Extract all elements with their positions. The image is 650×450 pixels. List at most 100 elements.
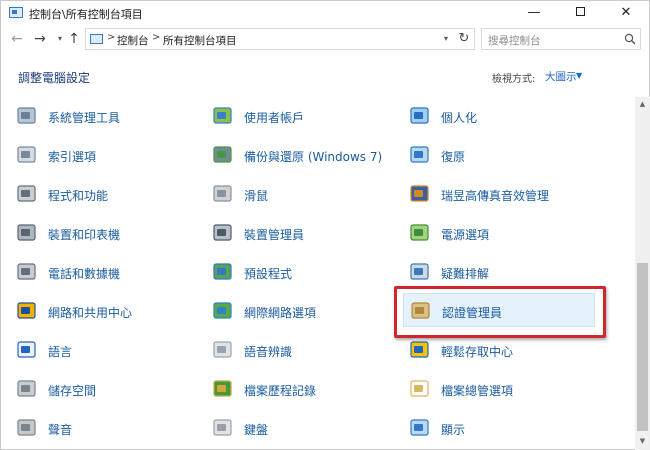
control-panel-item[interactable]: 備份與還原 (Windows 7) — [212, 138, 402, 172]
control-panel-item[interactable]: 鍵盤 — [212, 411, 402, 445]
close-button[interactable]: ✕ — [603, 1, 649, 25]
search-box[interactable]: 搜尋控制台 — [481, 28, 641, 50]
control-panel-item[interactable]: 瑞昱高傳真音效管理 — [409, 177, 599, 211]
highlight-annotation — [394, 286, 606, 338]
control-panel-item-label: 使用者帳戶 — [244, 111, 305, 125]
control-panel-item-label: 語言 — [48, 345, 73, 359]
power-options-icon — [410, 224, 429, 241]
control-panel-item-label: 裝置和印表機 — [48, 228, 121, 242]
back-button[interactable]: ← — [8, 29, 26, 49]
refresh-button[interactable]: ↻ — [456, 30, 472, 48]
search-input[interactable]: 搜尋控制台 — [488, 33, 541, 48]
control-panel-item[interactable]: 滑鼠 — [212, 177, 402, 211]
control-panel-item-label: 網路和共用中心 — [48, 306, 133, 320]
control-panel-item[interactable]: 預設程式 — [212, 255, 402, 289]
title-bar: 控制台\所有控制台項目 — ✕ — [1, 1, 649, 25]
control-panel-item-label: 網際網路選項 — [244, 306, 317, 320]
devices-printers-icon — [17, 224, 36, 241]
control-panel-item[interactable]: 儲存空間 — [16, 372, 206, 406]
view-by-dropdown[interactable]: 大圖示 — [545, 69, 577, 84]
control-panel-item[interactable]: 系統管理工具 — [16, 99, 206, 133]
internet-options-icon — [213, 302, 232, 319]
programs-features-icon — [17, 185, 36, 202]
control-panel-item[interactable]: 檔案總管選項 — [409, 372, 599, 406]
scroll-up-arrow[interactable]: ▲ — [635, 97, 650, 111]
backup-restore-icon — [213, 146, 232, 163]
breadcrumb-separator[interactable]: > — [152, 32, 160, 43]
control-panel-item[interactable]: 裝置和印表機 — [16, 216, 206, 250]
scroll-down-arrow[interactable]: ▼ — [635, 434, 650, 448]
control-panel-window: 控制台\所有控制台項目 — ✕ ← → ▾ ↑ > 控制台 > 所有控制台項目 … — [0, 0, 650, 450]
sound-icon — [17, 419, 36, 436]
window-title: 控制台\所有控制台項目 — [29, 8, 143, 21]
control-panel-item-label: 輕鬆存取中心 — [441, 345, 514, 359]
control-panel-item-label: 儲存空間 — [48, 384, 97, 398]
control-panel-item[interactable]: 裝置管理員 — [212, 216, 402, 250]
address-bar[interactable]: > 控制台 > 所有控制台項目 ▾ ↻ — [85, 28, 475, 50]
phone-modem-icon — [17, 263, 36, 280]
control-panel-item[interactable]: 檔案歷程記錄 — [212, 372, 402, 406]
control-panel-item-label: 裝置管理員 — [244, 228, 305, 242]
control-panel-item[interactable]: 聲音 — [16, 411, 206, 445]
maximize-icon — [575, 7, 585, 16]
breadcrumb-all-items[interactable]: 所有控制台項目 — [163, 33, 237, 48]
control-panel-item[interactable]: 電話和數據機 — [16, 255, 206, 289]
up-button[interactable]: ↑ — [65, 29, 83, 49]
control-panel-icon — [9, 7, 23, 18]
language-icon — [17, 341, 36, 358]
vertical-scrollbar[interactable]: ▲ ▼ — [635, 97, 650, 450]
storage-spaces-icon — [17, 380, 36, 397]
keyboard-icon — [213, 419, 232, 436]
control-panel-item[interactable]: 輕鬆存取中心 — [409, 333, 599, 367]
control-panel-item-label: 電源選項 — [441, 228, 490, 242]
breadcrumb-separator[interactable]: > — [107, 32, 115, 43]
control-panel-item[interactable]: 網路和共用中心 — [16, 294, 206, 328]
control-panel-item-label: 索引選項 — [48, 150, 97, 164]
display-icon — [410, 419, 429, 436]
control-panel-item-label: 復原 — [441, 150, 466, 164]
maximize-button[interactable] — [557, 1, 603, 25]
user-accounts-icon — [213, 107, 232, 124]
control-panel-item[interactable]: 索引選項 — [16, 138, 206, 172]
control-panel-item-label: 程式和功能 — [48, 189, 109, 203]
control-panel-item-label: 顯示 — [441, 423, 466, 437]
default-programs-icon — [213, 263, 232, 280]
scrollbar-thumb[interactable] — [637, 263, 648, 431]
control-panel-item[interactable]: 網際網路選項 — [212, 294, 402, 328]
control-panel-item-label: 電話和數據機 — [48, 267, 121, 281]
chevron-down-icon[interactable]: ▼ — [576, 71, 582, 80]
control-panel-item-label: 備份與還原 (Windows 7) — [244, 150, 383, 164]
troubleshooting-icon — [410, 263, 429, 280]
page-title: 調整電腦設定 — [18, 71, 91, 85]
control-panel-item[interactable]: 語言 — [16, 333, 206, 367]
recovery-icon — [410, 146, 429, 163]
speech-recognition-icon — [213, 341, 232, 358]
admin-tools-icon — [17, 107, 36, 124]
control-panel-item-label: 鍵盤 — [244, 423, 269, 437]
file-history-icon — [213, 380, 232, 397]
file-explorer-options-icon — [410, 380, 429, 397]
minimize-button[interactable]: — — [511, 1, 557, 25]
forward-button[interactable]: → — [31, 29, 49, 49]
control-panel-item[interactable]: 電源選項 — [409, 216, 599, 250]
address-history-dropdown[interactable]: ▾ — [438, 31, 454, 47]
control-panel-item[interactable]: 個人化 — [409, 99, 599, 133]
navigation-bar: ← → ▾ ↑ > 控制台 > 所有控制台項目 ▾ ↻ 搜尋控制台 — [1, 27, 649, 51]
control-panel-items: 系統管理工具 使用者帳戶 個人化索引選項 備份與還原 (Windows 7) 復原程式和… — [1, 97, 635, 450]
control-panel-item-label: 疑難排解 — [441, 267, 490, 281]
indexing-icon — [17, 146, 36, 163]
control-panel-item-label: 檔案總管選項 — [441, 384, 514, 398]
control-panel-item[interactable]: 復原 — [409, 138, 599, 172]
search-icon[interactable] — [624, 33, 636, 45]
control-panel-icon — [90, 34, 103, 44]
control-panel-item[interactable]: 使用者帳戶 — [212, 99, 402, 133]
breadcrumb-control-panel[interactable]: 控制台 — [117, 33, 149, 48]
device-manager-icon — [213, 224, 232, 241]
control-panel-item-label: 聲音 — [48, 423, 73, 437]
control-panel-item-label: 檔案歷程記錄 — [244, 384, 317, 398]
control-panel-item[interactable]: 顯示 — [409, 411, 599, 445]
control-panel-item[interactable]: 語音辨識 — [212, 333, 402, 367]
control-panel-item[interactable]: 程式和功能 — [16, 177, 206, 211]
control-panel-item[interactable]: 疑難排解 — [409, 255, 599, 289]
control-panel-item-label: 滑鼠 — [244, 189, 269, 203]
